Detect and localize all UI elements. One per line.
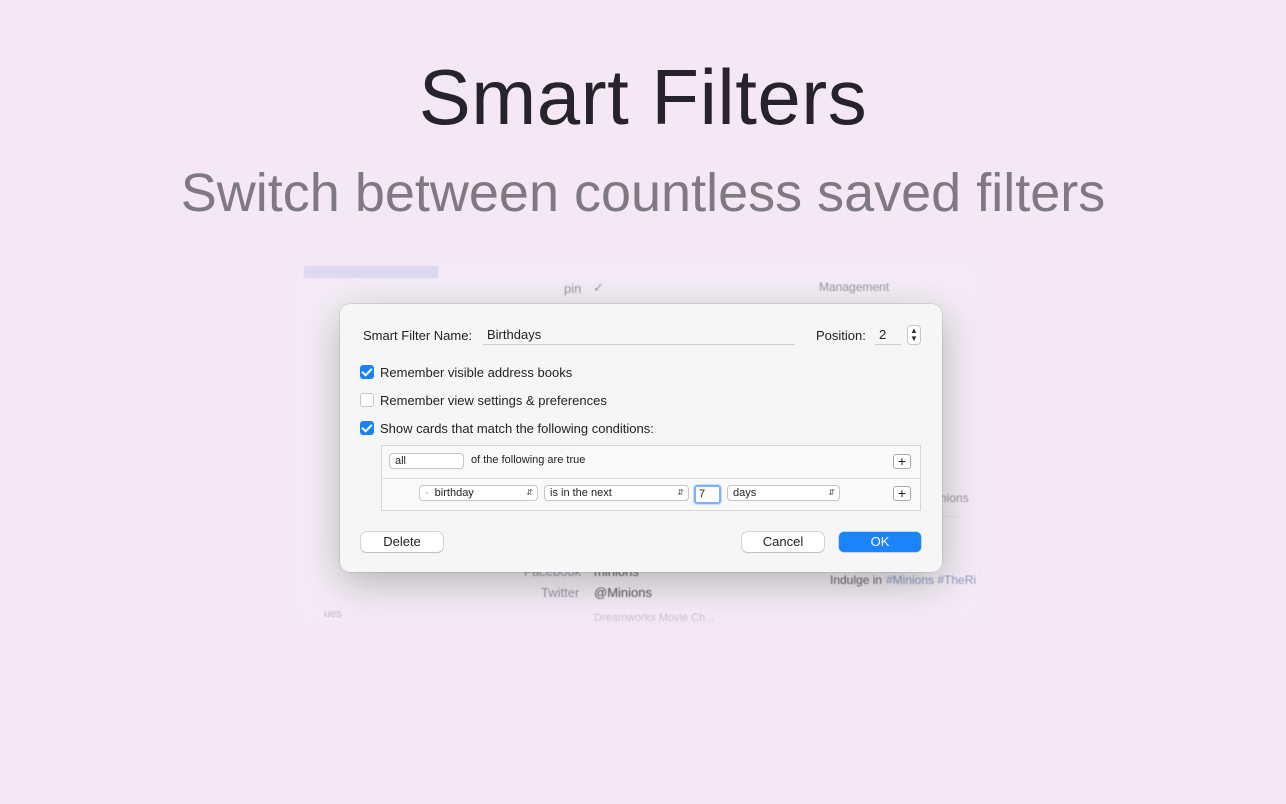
remember-view-settings-checkbox[interactable]	[360, 393, 374, 407]
position-label: Position:	[816, 328, 866, 343]
remember-view-settings-label: Remember view settings & preferences	[380, 393, 607, 408]
partial-text: nions	[940, 491, 969, 505]
management-label: Management	[819, 280, 890, 294]
ok-button[interactable]: OK	[839, 532, 921, 552]
remember-address-books-checkbox[interactable]	[360, 365, 374, 379]
rule-divider	[382, 478, 920, 479]
subheadline: Switch between countless saved filters	[180, 163, 1106, 223]
position-stepper[interactable]: ▲ ▼	[907, 325, 921, 345]
conditions-box: all of the following are true + · birthda…	[381, 445, 921, 511]
show-matching-cards-checkbox[interactable]	[360, 421, 374, 435]
field-select[interactable]: · birthday ⇵	[419, 485, 538, 501]
match-description: of the following are true	[471, 454, 586, 466]
pin-label: pin	[564, 281, 582, 296]
headline: Smart Filters	[418, 53, 868, 141]
operator-value: is in the next	[550, 487, 612, 499]
cancel-button[interactable]: Cancel	[742, 532, 824, 552]
add-condition-button[interactable]: +	[893, 454, 911, 469]
indulge-text: Indulge in	[830, 573, 883, 587]
twitter-label: Twitter	[541, 585, 580, 600]
number-input[interactable]: 7	[693, 484, 722, 505]
unit-value: days	[733, 487, 757, 499]
unit-select[interactable]: days ⇵	[727, 485, 840, 501]
chevron-updown-icon: ⇵	[828, 488, 835, 497]
bottom-text: Dreamworks Movie Ch...	[594, 612, 715, 624]
field-value: birthday	[434, 487, 474, 499]
bottom-label: ues	[324, 608, 342, 620]
hashtags: #Minions #TheRi	[886, 573, 977, 587]
sidebar-selection	[304, 266, 438, 278]
position-input[interactable]: 2	[875, 324, 901, 345]
name-label: Smart Filter Name:	[363, 328, 473, 343]
show-matching-cards-label: Show cards that match the following cond…	[380, 421, 654, 436]
add-rule-button[interactable]: +	[893, 486, 911, 501]
operator-select[interactable]: is in the next ⇵	[544, 485, 689, 501]
delete-button[interactable]: Delete	[361, 532, 443, 552]
match-type-select[interactable]: all	[389, 453, 464, 469]
twitter-value: @Minions	[594, 585, 652, 600]
remember-address-books-label: Remember visible address books	[380, 365, 573, 380]
chevron-updown-icon: ⇵	[677, 488, 684, 497]
bullet-icon: ·	[425, 487, 429, 499]
smart-filter-dialog: Smart Filter Name: Birthdays Position: 2…	[340, 304, 942, 572]
match-type-value: all	[395, 455, 407, 467]
filter-name-input[interactable]: Birthdays	[483, 324, 795, 345]
chevron-down-icon[interactable]: ▼	[910, 335, 918, 343]
chevron-updown-icon: ⇵	[526, 488, 533, 497]
pin-check-icon: ✓	[593, 280, 604, 295]
